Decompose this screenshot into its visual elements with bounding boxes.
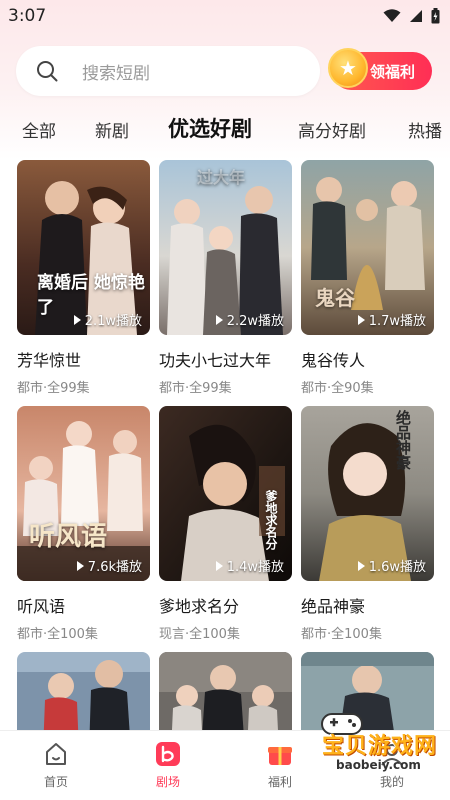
search-placeholder: 搜索短剧 xyxy=(82,63,150,84)
drama-card[interactable]: 过大年 2.2w播放 功夫小七过大年 都市·全99集 xyxy=(159,160,292,396)
play-count: 2.2w播放 xyxy=(215,310,284,329)
drama-poster[interactable]: 听风语 7.6k播放 xyxy=(17,406,150,581)
watermark-url: baobeiy.com xyxy=(336,758,421,772)
tab-new[interactable]: 新剧 xyxy=(95,117,129,142)
drama-card[interactable]: 爹地求名分 1.4w播放 爹地求名分 现言·全100集 xyxy=(159,406,292,642)
battery-icon xyxy=(431,8,440,24)
play-icon xyxy=(215,314,223,325)
drama-meta: 都市·全100集 xyxy=(17,627,98,642)
search-icon xyxy=(36,60,58,82)
play-icon xyxy=(73,314,81,325)
watermark: 宝贝游戏网 baobeiy.com xyxy=(300,708,450,778)
poster-caption: 听风语 xyxy=(29,522,108,552)
drama-title: 爹地求名分 xyxy=(159,597,240,616)
play-count-text: 7.6k播放 xyxy=(87,560,142,575)
tab-featured[interactable]: 优选好剧 xyxy=(168,113,252,143)
search-row: 搜索短剧 ★ 领福利 xyxy=(16,45,436,97)
drama-title: 芳华惊世 xyxy=(17,351,82,370)
drama-title: 功夫小七过大年 xyxy=(159,351,272,370)
drama-card[interactable]: 鬼谷 1.7w播放 鬼谷传人 都市·全90集 xyxy=(301,160,434,396)
drama-poster[interactable]: 过大年 2.2w播放 xyxy=(159,160,292,335)
drama-title: 听风语 xyxy=(17,597,66,616)
nav-home[interactable]: 首页 xyxy=(21,741,91,790)
nav-theater[interactable]: 剧场 xyxy=(133,741,203,790)
signal-icon xyxy=(409,9,423,23)
drama-meta: 都市·全100集 xyxy=(301,627,382,642)
watermark-title: 宝贝游戏网 xyxy=(322,734,438,759)
drama-title: 鬼谷传人 xyxy=(301,351,366,370)
poster-caption: 爹地求名分 xyxy=(264,490,278,550)
welfare-button[interactable]: ★ 领福利 xyxy=(328,48,432,90)
tab-trending[interactable]: 热播 xyxy=(408,117,442,142)
search-input[interactable]: 搜索短剧 xyxy=(16,46,320,96)
play-icon xyxy=(357,560,365,571)
theater-icon xyxy=(155,741,181,767)
star-coin-icon: ★ xyxy=(328,48,368,88)
drama-poster[interactable]: 绝品神豪 1.6w播放 xyxy=(301,406,434,581)
play-count: 1.7w播放 xyxy=(357,310,426,329)
drama-poster[interactable]: 爹地求名分 1.4w播放 xyxy=(159,406,292,581)
play-count-text: 1.4w播放 xyxy=(226,560,284,575)
nav-label: 首页 xyxy=(43,775,68,789)
drama-poster[interactable]: 离婚后 她惊艳了 2.1w播放 xyxy=(17,160,150,335)
drama-title: 绝品神豪 xyxy=(301,597,366,616)
play-icon xyxy=(76,560,84,571)
poster-caption: 绝品神豪 xyxy=(394,410,412,470)
play-icon xyxy=(357,314,365,325)
drama-meta: 都市·全99集 xyxy=(17,381,90,396)
play-count: 7.6k播放 xyxy=(76,556,142,575)
play-count: 1.6w播放 xyxy=(357,556,426,575)
category-tabs: 全部 新剧 优选好剧 高分好剧 热播 xyxy=(0,107,450,147)
home-icon xyxy=(43,741,69,767)
play-count: 2.1w播放 xyxy=(73,310,142,329)
drama-meta: 都市·全99集 xyxy=(159,381,232,396)
status-icons xyxy=(383,8,440,24)
wifi-icon xyxy=(383,9,401,23)
drama-meta: 都市·全90集 xyxy=(301,381,374,396)
play-count-text: 1.6w播放 xyxy=(368,560,426,575)
poster-caption: 鬼谷 xyxy=(315,286,355,310)
nav-label: 剧场 xyxy=(155,775,180,789)
play-count-text: 1.7w播放 xyxy=(368,314,426,329)
play-icon xyxy=(215,560,223,571)
play-count-text: 2.2w播放 xyxy=(226,314,284,329)
drama-poster[interactable]: 鬼谷 1.7w播放 xyxy=(301,160,434,335)
drama-card[interactable]: 离婚后 她惊艳了 2.1w播放 芳华惊世 都市·全99集 xyxy=(17,160,150,396)
drama-card[interactable]: 绝品神豪 1.6w播放 绝品神豪 都市·全100集 xyxy=(301,406,434,642)
nav-label: 福利 xyxy=(267,775,292,789)
drama-card[interactable]: 听风语 7.6k播放 听风语 都市·全100集 xyxy=(17,406,150,642)
welfare-button-label: 领福利 xyxy=(370,62,416,81)
tab-all[interactable]: 全部 xyxy=(22,117,56,142)
poster-caption: 过大年 xyxy=(197,168,246,187)
play-count: 1.4w播放 xyxy=(215,556,284,575)
tab-top-rated[interactable]: 高分好剧 xyxy=(298,117,366,142)
status-bar: 3:07 xyxy=(0,0,450,32)
play-count-text: 2.1w播放 xyxy=(84,314,142,329)
drama-meta: 现言·全100集 xyxy=(159,627,240,642)
status-time: 3:07 xyxy=(8,6,47,26)
gift-icon xyxy=(267,741,293,767)
